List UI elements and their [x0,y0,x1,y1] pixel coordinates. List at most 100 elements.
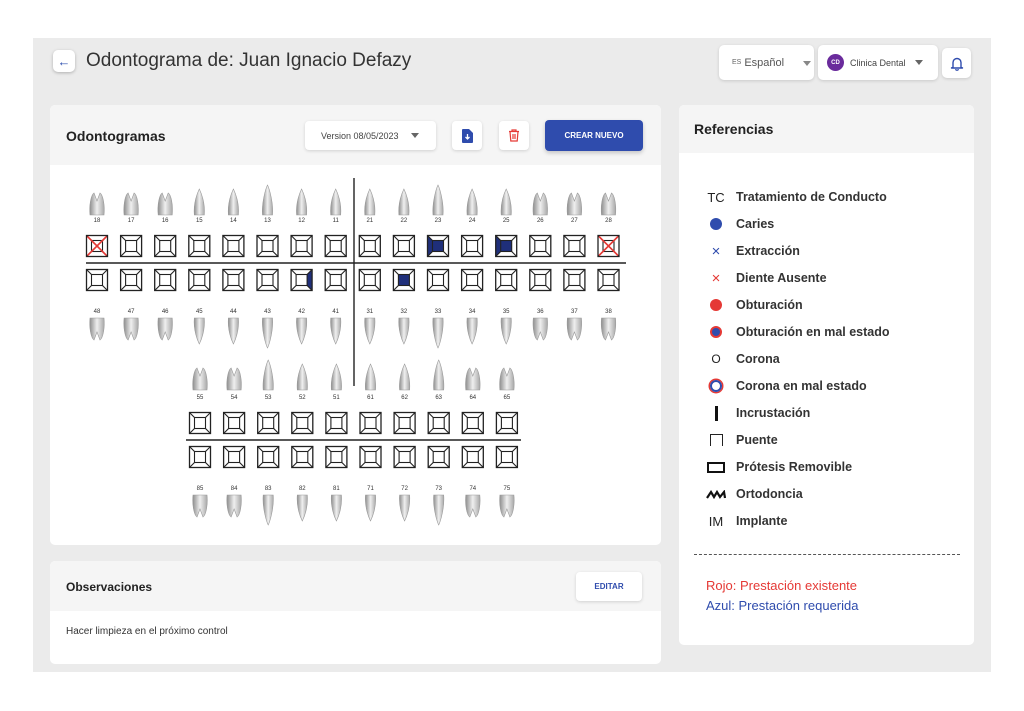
tooth-box-46[interactable] [154,268,177,292]
tooth-box-71[interactable] [359,445,382,469]
tooth-13 [262,184,273,216]
tooth-box-64[interactable] [461,411,484,435]
reference-label: Incrustación [736,406,811,420]
language-select[interactable]: ES Español [719,45,814,80]
tooth-box-42[interactable] [290,268,313,292]
tooth-box-85[interactable] [188,445,212,469]
tooth-number-38: 38 [605,309,612,315]
tooth-box-82[interactable] [291,445,314,469]
edit-button[interactable]: EDITAR [576,572,642,601]
tooth-number-41: 41 [332,309,339,315]
tooth-box-63[interactable] [427,411,450,435]
version-select[interactable]: Version 08/05/2023 [305,121,436,150]
tooth-box-74[interactable] [461,445,484,469]
tooth-box-55[interactable] [188,411,212,435]
bridge-icon [705,434,727,446]
reference-item: Corona en mal estado [705,376,867,396]
tooth-box-62[interactable] [393,411,416,435]
clinic-select[interactable]: CD Clinica Dental [818,45,938,80]
tooth-box-31[interactable] [358,268,381,292]
tooth-box-26[interactable] [529,234,552,258]
tooth-24 [466,188,478,216]
tooth-box-61[interactable] [359,411,382,435]
tooth-box-34[interactable] [460,268,484,292]
tooth-box-84[interactable] [222,445,246,469]
tooth-box-44[interactable] [222,268,245,292]
blue-note: Azul: Prestación requerida [706,598,859,613]
references-title: Referencias [694,121,774,137]
create-new-button[interactable]: CREAR NUEVO [545,120,643,151]
tooth-number-13: 13 [264,218,271,224]
tooth-number-72: 72 [401,486,408,492]
delete-button[interactable] [499,121,529,150]
tooth-number-22: 22 [401,218,408,224]
tooth-number-48: 48 [94,309,101,315]
tooth-box-18[interactable] [85,234,109,258]
tooth-box-43[interactable] [256,268,279,292]
tooth-box-11[interactable] [324,234,347,258]
tooth-box-47[interactable] [119,268,143,292]
tooth-box-14[interactable] [222,234,245,258]
tooth-box-48[interactable] [85,268,109,292]
tooth-21 [364,188,376,216]
dot-red-icon [705,299,727,311]
tooth-box-23[interactable] [426,234,450,258]
tooth-box-32[interactable] [392,268,416,292]
tooth-box-21[interactable] [358,234,381,258]
tooth-box-36[interactable] [529,268,552,292]
tooth-box-38[interactable] [597,268,620,292]
tooth-box-17[interactable] [119,234,143,258]
tooth-38 [600,317,617,341]
tooth-box-16[interactable] [154,234,177,258]
tooth-box-15[interactable] [188,234,211,258]
tooth-number-46: 46 [162,309,169,315]
tc-icon: TC [707,189,725,205]
tooth-box-72[interactable] [393,445,416,469]
tooth-box-65[interactable] [495,411,519,435]
observations-title: Observaciones [66,580,153,594]
tooth-box-73[interactable] [427,445,450,469]
language-label: Español [744,56,785,69]
clinic-label: Clinica Dental [850,57,906,68]
tooth-box-41[interactable] [324,268,347,292]
tooth-box-52[interactable] [291,411,314,435]
tooth-box-33[interactable] [426,268,450,292]
tooth-box-25[interactable] [495,234,518,258]
tooth-number-74: 74 [469,486,476,492]
tooth-54 [226,367,242,391]
tooth-box-13[interactable] [256,234,279,258]
tooth-box-27[interactable] [563,234,586,258]
tooth-61 [365,363,376,391]
tooth-box-51[interactable] [325,411,348,435]
tooth-box-28[interactable] [597,234,620,258]
tooth-box-54[interactable] [222,411,246,435]
tooth-number-61: 61 [367,395,374,401]
tooth-number-84: 84 [231,486,238,492]
tooth-number-26: 26 [537,218,544,224]
tooth-box-12[interactable] [290,234,313,258]
tooth-62 [399,363,411,391]
avatar: CD [827,54,844,71]
tooth-71 [365,494,376,522]
tooth-box-83[interactable] [257,445,280,469]
back-button[interactable]: ← [53,50,75,72]
tooth-box-53[interactable] [257,411,280,435]
download-button[interactable] [452,121,482,150]
tooth-number-17: 17 [128,218,135,224]
tooth-45 [193,317,205,345]
tooth-23 [432,184,444,216]
tooth-box-37[interactable] [563,268,586,292]
tooth-box-24[interactable] [460,234,484,258]
chevron-down-icon [803,61,811,66]
tooth-box-35[interactable] [495,268,518,292]
notifications-button[interactable] [942,48,971,78]
tooth-35 [500,317,512,345]
tooth-box-22[interactable] [392,234,416,258]
bell-icon [950,57,963,71]
tooth-box-81[interactable] [325,445,348,469]
tooth-47 [123,317,139,341]
tooth-number-37: 37 [571,309,578,315]
reference-item: IM Implante [705,511,788,531]
tooth-box-75[interactable] [495,445,519,469]
tooth-box-45[interactable] [188,268,211,292]
